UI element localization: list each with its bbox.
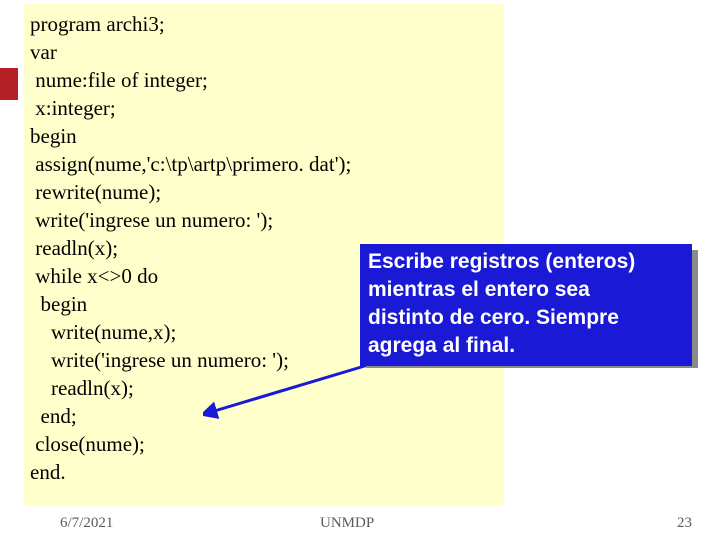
- code-line: end.: [30, 458, 498, 486]
- callout-line: agrega al final.: [368, 332, 684, 360]
- code-line: var: [30, 38, 498, 66]
- footer-page-number: 23: [677, 515, 692, 532]
- slide-footer: 6/7/2021 UNMDP 23: [0, 510, 720, 532]
- code-line: close(nume);: [30, 430, 498, 458]
- code-line: write('ingrese un numero: ');: [30, 206, 498, 234]
- code-line: nume:file of integer;: [30, 66, 498, 94]
- callout-content: Escribe registros (enteros) mientras el …: [360, 244, 692, 366]
- callout-line: mientras el entero sea: [368, 276, 684, 304]
- code-line: program archi3;: [30, 10, 498, 38]
- code-line: assign(nume,'c:\tp\artp\primero. dat');: [30, 150, 498, 178]
- code-line: end;: [30, 402, 498, 430]
- callout-line: distinto de cero. Siempre: [368, 304, 684, 332]
- footer-date: 6/7/2021: [60, 515, 113, 532]
- code-line: readln(x);: [30, 374, 498, 402]
- code-line: x:integer;: [30, 94, 498, 122]
- callout-line: Escribe registros (enteros): [368, 248, 684, 276]
- code-line: begin: [30, 122, 498, 150]
- footer-center: UNMDP: [320, 515, 374, 532]
- code-line: rewrite(nume);: [30, 178, 498, 206]
- callout-box: Escribe registros (enteros) mientras el …: [360, 244, 698, 366]
- accent-bar: [0, 68, 18, 100]
